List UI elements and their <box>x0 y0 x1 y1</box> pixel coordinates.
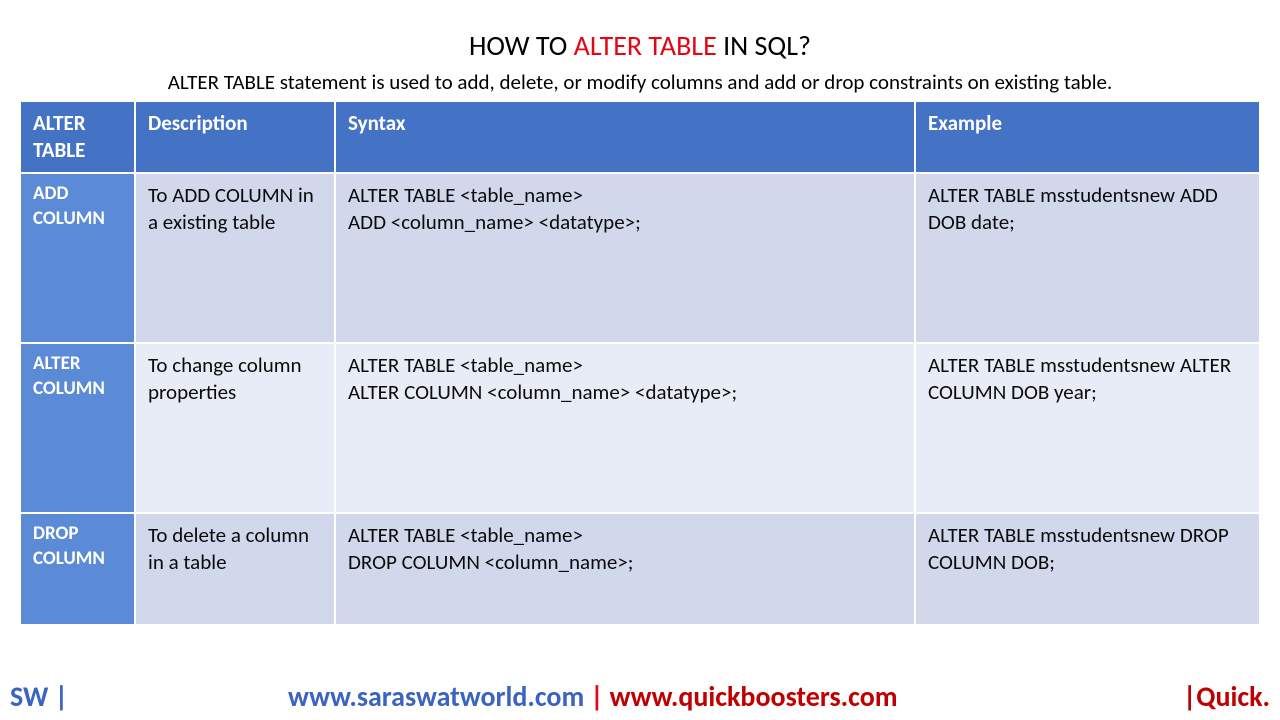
row-header: ALTER COLUMN <box>20 343 135 513</box>
cell-syntax: ALTER TABLE <table_name> ALTER COLUMN <c… <box>335 343 915 513</box>
title-pre: HOW TO <box>469 28 574 63</box>
col-header-example: Example <box>915 101 1260 173</box>
title-post: IN SQL? <box>717 28 811 63</box>
row-header: DROP COLUMN <box>20 513 135 625</box>
title-highlight: ALTER TABLE <box>574 28 717 63</box>
page-title: HOW TO ALTER TABLE IN SQL? <box>0 0 1280 63</box>
footer-url-2: www.quickboosters.com <box>610 679 898 714</box>
footer-brand-sw: SW | <box>10 679 68 714</box>
cell-example: ALTER TABLE msstudentsnew ALTER COLUMN D… <box>915 343 1260 513</box>
footer-separator: | <box>590 679 603 714</box>
footer-brand-quick: |Quick. <box>1183 679 1270 714</box>
footer-url-1: www.saraswatworld.com <box>288 679 584 714</box>
footer: SW | www.saraswatworld.com | www.quickbo… <box>0 679 1280 714</box>
row-header: ADD COLUMN <box>20 173 135 343</box>
cell-description: To change column properties <box>135 343 335 513</box>
cell-example: ALTER TABLE msstudentsnew ADD DOB date; <box>915 173 1260 343</box>
col-header-syntax: Syntax <box>335 101 915 173</box>
col-header-description: Description <box>135 101 335 173</box>
cell-syntax: ALTER TABLE <table_name> DROP COLUMN <co… <box>335 513 915 625</box>
alter-table-grid: ALTER TABLE Description Syntax Example A… <box>20 101 1260 625</box>
cell-description: To ADD COLUMN in a existing table <box>135 173 335 343</box>
col-header-operation: ALTER TABLE <box>20 101 135 173</box>
cell-syntax: ALTER TABLE <table_name> ADD <column_nam… <box>335 173 915 343</box>
cell-description: To delete a column in a table <box>135 513 335 625</box>
cell-example: ALTER TABLE msstudentsnew DROP COLUMN DO… <box>915 513 1260 625</box>
subtitle: ALTER TABLE statement is used to add, de… <box>0 69 1280 95</box>
